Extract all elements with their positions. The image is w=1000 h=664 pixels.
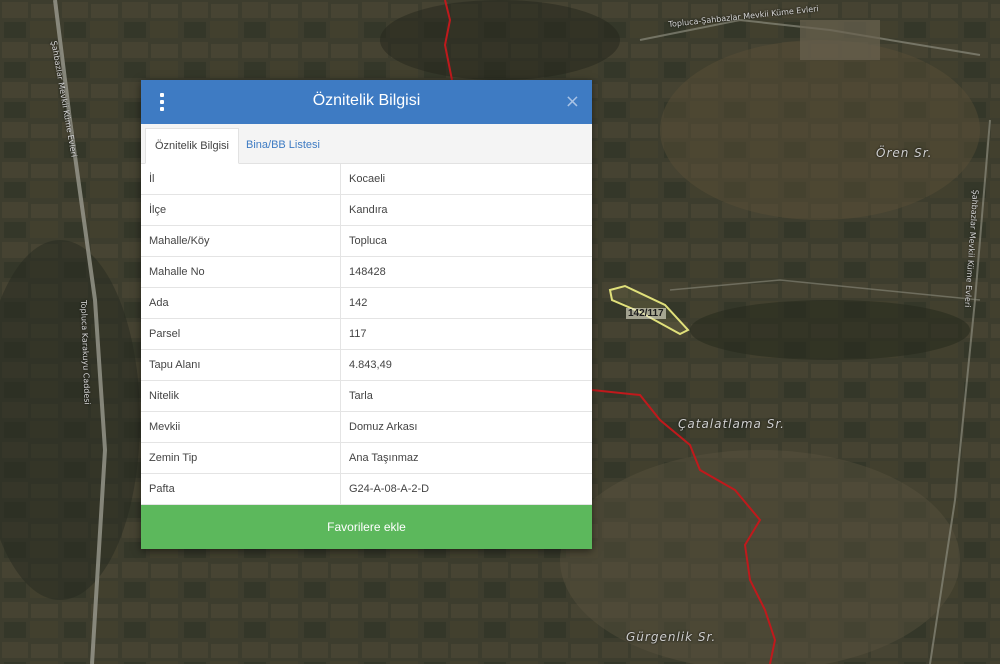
attr-value: Topluca: [340, 225, 592, 257]
place-label-gurgenlik: Gürgenlik Sr.: [626, 630, 717, 644]
attr-value: Domuz Arkası: [340, 411, 592, 443]
attr-value: 148428: [340, 256, 592, 288]
attr-value: 4.843,49: [340, 349, 592, 381]
attr-value: Kandıra: [340, 194, 592, 226]
table-row: İl Kocaeli: [141, 164, 592, 195]
close-icon[interactable]: ×: [565, 91, 580, 112]
table-row: Tapu Alanı 4.843,49: [141, 349, 592, 381]
attr-key: Zemin Tip: [141, 442, 341, 474]
place-label-oren: Ören Sr.: [876, 146, 933, 160]
attribute-info-dialog: Öznitelik Bilgisi × Öznitelik Bilgisi Bi…: [141, 80, 592, 549]
attr-key: İlçe: [141, 194, 341, 226]
dialog-title: Öznitelik Bilgisi: [312, 92, 421, 109]
attr-key: Parsel: [141, 318, 341, 350]
dialog-header: Öznitelik Bilgisi ×: [141, 80, 592, 124]
table-row: İlçe Kandıra: [141, 194, 592, 226]
table-row: Nitelik Tarla: [141, 380, 592, 412]
parcel-label[interactable]: 142/117: [626, 308, 666, 319]
table-row: Zemin Tip Ana Taşınmaz: [141, 442, 592, 474]
attribute-table: İl Kocaeli İlçe Kandıra Mahalle/Köy Topluca…: [141, 164, 592, 505]
place-label-catalatlama: Çatalatlama Sr.: [678, 417, 785, 431]
attr-key: Mahalle No: [141, 256, 341, 288]
attr-value: 117: [340, 318, 592, 350]
attr-value: Kocaeli: [340, 164, 592, 195]
table-row: Mahalle No 148428: [141, 256, 592, 288]
tab-building-list[interactable]: Bina/BB Listesi: [237, 128, 329, 162]
attr-value: Tarla: [340, 380, 592, 412]
attr-key: Ada: [141, 287, 341, 319]
attr-key: Tapu Alanı: [141, 349, 341, 381]
attr-key: Pafta: [141, 473, 341, 505]
attr-value: Ana Taşınmaz: [340, 442, 592, 474]
table-row: Parsel 117: [141, 318, 592, 350]
add-to-favorites-button[interactable]: Favorilere ekle: [141, 505, 592, 549]
attr-key: İl: [141, 164, 341, 195]
table-row: Pafta G24-A-08-A-2-D: [141, 473, 592, 505]
table-row: Ada 142: [141, 287, 592, 319]
attr-key: Mevkii: [141, 411, 341, 443]
tab-attribute-info[interactable]: Öznitelik Bilgisi: [145, 128, 239, 164]
attr-key: Mahalle/Köy: [141, 225, 341, 257]
attr-key: Nitelik: [141, 380, 341, 412]
tab-bar: Öznitelik Bilgisi Bina/BB Listesi: [141, 124, 592, 164]
attr-value: G24-A-08-A-2-D: [340, 473, 592, 505]
table-row: Mahalle/Köy Topluca: [141, 225, 592, 257]
attr-value: 142: [340, 287, 592, 319]
table-row: Mevkii Domuz Arkası: [141, 411, 592, 443]
